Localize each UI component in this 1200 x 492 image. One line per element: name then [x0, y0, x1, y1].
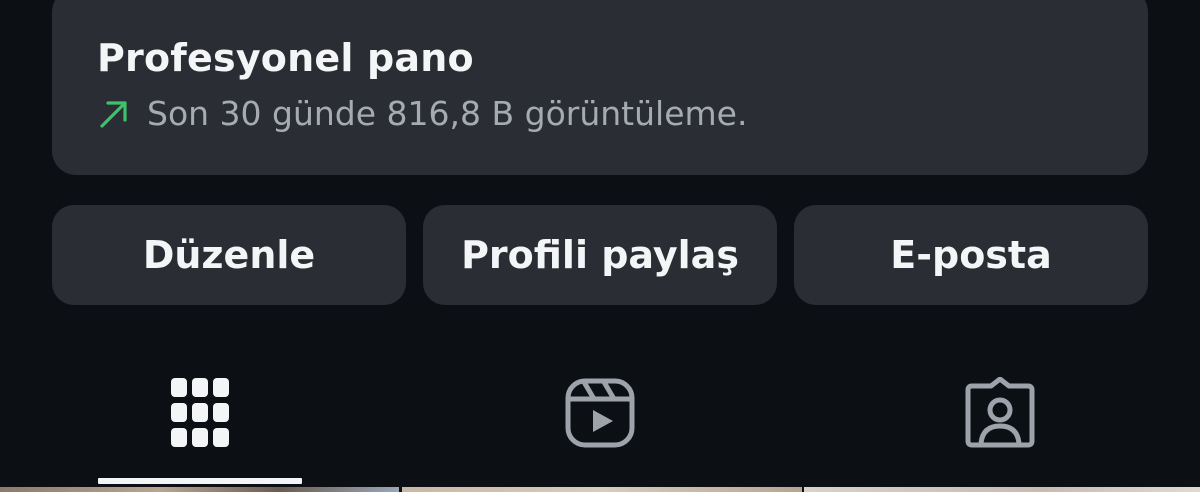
tab-posts-grid[interactable]: [0, 350, 400, 480]
dashboard-title: Profesyonel pano: [97, 36, 474, 80]
edit-profile-button[interactable]: Düzenle: [52, 205, 406, 305]
post-thumbnail[interactable]: [804, 487, 1200, 492]
tab-reels[interactable]: [400, 350, 800, 480]
professional-dashboard-card[interactable]: Profesyonel pano Son 30 günde 816,8 B gö…: [52, 0, 1148, 175]
post-thumbnail[interactable]: [402, 487, 802, 492]
edit-profile-label: Düzenle: [142, 233, 316, 277]
tagged-person-icon: [964, 376, 1036, 453]
post-thumbnail[interactable]: [0, 487, 399, 492]
post-grid-preview: [0, 487, 1200, 492]
email-label: E-posta: [890, 233, 1052, 277]
dashboard-subtitle-row: Son 30 günde 816,8 B görüntüleme.: [97, 94, 747, 133]
tab-tagged[interactable]: [800, 350, 1200, 480]
active-tab-indicator: [98, 478, 302, 484]
reels-icon: [564, 377, 636, 453]
dashboard-subtitle: Son 30 günde 816,8 B görüntüleme.: [147, 94, 748, 133]
email-button[interactable]: E-posta: [794, 205, 1148, 305]
arrow-up-right-icon: [97, 97, 131, 131]
grid-icon: [170, 377, 230, 453]
profile-screen: Profesyonel pano Son 30 günde 816,8 B gö…: [0, 0, 1200, 492]
share-profile-button[interactable]: Profili paylaş: [423, 205, 777, 305]
share-profile-label: Profili paylaş: [461, 233, 739, 277]
